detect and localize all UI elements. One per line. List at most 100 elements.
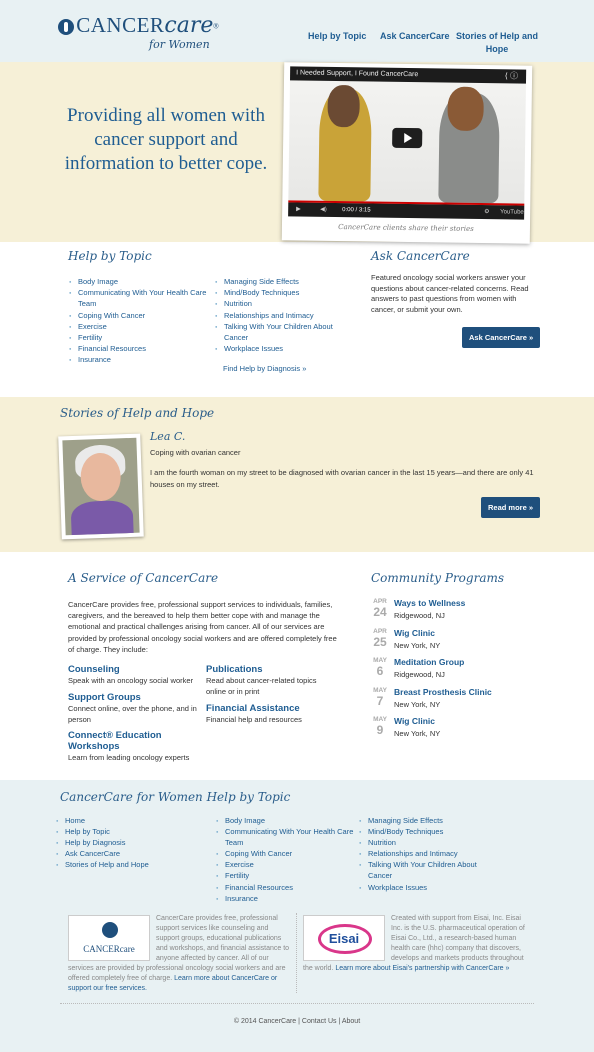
help-topic-link[interactable]: Insurance <box>69 354 209 365</box>
footer-topic-link[interactable]: Fertility <box>216 870 356 881</box>
ask-cancercare-section: Ask CancerCare Featured oncology social … <box>371 249 533 315</box>
event-day: 7 <box>376 694 384 708</box>
find-help-by-diagnosis-link[interactable]: Find Help by Diagnosis » <box>223 364 306 373</box>
service-support-groups-link[interactable]: Support Groups <box>68 692 203 703</box>
service-heading: A Service of CancerCare <box>68 571 219 585</box>
service-text: CancerCare provides free, professional s… <box>68 600 337 654</box>
logo-subtitle: for Women <box>149 38 210 51</box>
video-player[interactable]: I Needed Support, I Found CancerCare ⟨ ⓘ… <box>288 66 527 220</box>
play-icon[interactable]: ▶ <box>296 202 301 216</box>
help-topic-list-2: Managing Side EffectsMind/Body Technique… <box>215 276 340 355</box>
nav-stories[interactable]: Stories of Help and Hope <box>452 30 542 56</box>
event-title-link[interactable]: Ways to Wellness <box>394 598 465 608</box>
footer-topic-link[interactable]: Nutrition <box>359 837 499 848</box>
service-connect-workshops: Connect® Education Workshops Learn from … <box>68 730 203 763</box>
service-connect-link[interactable]: Connect® Education Workshops <box>68 730 203 752</box>
event-day: 9 <box>376 723 384 737</box>
footer-divider-vertical <box>296 913 297 993</box>
service-financial-link[interactable]: Financial Assistance <box>206 703 331 714</box>
footer-eisai-text: Created with support from Eisai, Inc. Ei… <box>303 915 525 972</box>
video-time: 0:00 / 3:15 <box>342 207 371 214</box>
help-topic-link[interactable]: Fertility <box>69 332 209 343</box>
settings-icon[interactable]: ⚙ <box>484 205 490 219</box>
footer-nav-link[interactable]: Help by Diagnosis <box>56 837 206 848</box>
video-menu-icons[interactable]: ⟨ ⓘ <box>505 69 519 83</box>
stories-section: Stories of Help and Hope Lea C. Coping w… <box>0 397 594 552</box>
help-topic-link[interactable]: Financial Resources <box>69 343 209 354</box>
service-publications-link[interactable]: Publications <box>206 664 331 675</box>
event-title-link[interactable]: Wig Clinic <box>394 716 435 726</box>
ask-cancercare-button[interactable]: Ask CancerCare » <box>462 327 541 348</box>
nav-ask-cancercare[interactable]: Ask CancerCare <box>380 30 450 43</box>
video-person-right-head <box>447 86 484 132</box>
story-photo[interactable] <box>58 433 144 540</box>
service-counseling: Counseling Speak with an oncology social… <box>68 664 203 686</box>
story-photo-image <box>62 437 140 536</box>
footer-topic-link[interactable]: Insurance <box>216 893 356 904</box>
event-location: Ridgewood, NJ <box>394 611 445 620</box>
event-date: MAY 7 <box>371 687 389 707</box>
footer-nav-link[interactable]: Home <box>56 815 206 826</box>
footer-nav-list: HomeHelp by TopicHelp by DiagnosisAsk Ca… <box>56 815 206 871</box>
story-subtitle: Coping with ovarian cancer <box>150 448 241 457</box>
help-topic-link[interactable]: Relationships and Intimacy <box>215 310 340 321</box>
footer-topic-link[interactable]: Coping With Cancer <box>216 848 356 859</box>
cancercare-logo[interactable]: CANCERcare® for Women <box>58 13 219 51</box>
footer-topic-link[interactable]: Communicating With Your Health Care Team <box>216 826 356 848</box>
event-date: MAY 9 <box>371 716 389 736</box>
service-counseling-link[interactable]: Counseling <box>68 664 203 675</box>
footer-nav-link[interactable]: Ask CancerCare <box>56 848 206 859</box>
event-title-link[interactable]: Wig Clinic <box>394 628 435 638</box>
service-publications: Publications Read about cancer-related t… <box>206 664 331 697</box>
help-topic-link[interactable]: Communicating With Your Health Care Team <box>69 287 209 309</box>
footer-topic-link[interactable]: Financial Resources <box>216 882 356 893</box>
help-by-topic-heading: Help by Topic <box>68 249 152 263</box>
footer-topic-link[interactable]: Body Image <box>216 815 356 826</box>
read-more-button[interactable]: Read more » <box>481 497 541 518</box>
service-section: A Service of CancerCare CancerCare provi… <box>68 571 343 655</box>
help-topic-link[interactable]: Mind/Body Techniques <box>215 287 340 298</box>
ask-cancercare-text: Featured oncology social workers answer … <box>371 273 529 314</box>
help-topic-link[interactable]: Coping With Cancer <box>69 310 209 321</box>
footer-topic-link[interactable]: Mind/Body Techniques <box>359 826 499 837</box>
footer-topic-link[interactable]: Workplace Issues <box>359 882 499 893</box>
footer-nav-link[interactable]: Stories of Help and Hope <box>56 859 206 870</box>
nav-help-by-topic[interactable]: Help by Topic <box>308 30 366 43</box>
help-topic-link[interactable]: Body Image <box>69 276 209 287</box>
footer-nav-link[interactable]: Help by Topic <box>56 826 206 837</box>
event-date: MAY 6 <box>371 657 389 677</box>
community-heading: Community Programs <box>371 571 505 585</box>
help-topic-link[interactable]: Nutrition <box>215 298 340 309</box>
copyright: © 2014 CancerCare | Contact Us | About <box>233 1018 361 1025</box>
hero-headline: Providing all women with cancer support … <box>64 105 268 174</box>
footer-topic-link[interactable]: Exercise <box>216 859 356 870</box>
video-controls[interactable]: ▶ ◀) 0:00 / 3:15 ⚙ YouTube <box>288 200 525 220</box>
event-location: New York, NY <box>394 641 441 650</box>
event-location: Ridgewood, NJ <box>394 670 445 679</box>
event-title-link[interactable]: Breast Prosthesis Clinic <box>394 687 492 697</box>
learn-more-eisai-link[interactable]: Learn more about Eisai's partnership wit… <box>335 965 509 972</box>
help-topic-link[interactable]: Exercise <box>69 321 209 332</box>
footer-divider <box>60 1003 534 1004</box>
service-financial-assistance: Financial Assistance Financial help and … <box>206 703 331 725</box>
footer-heading: CancerCare for Women Help by Topic <box>60 790 291 804</box>
footer-topic-link[interactable]: Managing Side Effects <box>359 815 499 826</box>
event-day: 6 <box>376 664 384 678</box>
volume-icon[interactable]: ◀) <box>320 203 327 217</box>
site-footer: CancerCare for Women Help by Topic HomeH… <box>0 780 594 1052</box>
event-location: New York, NY <box>394 700 441 709</box>
story-quote: I am the fourth woman on my street to be… <box>150 468 534 489</box>
event-date: APR 25 <box>371 628 389 648</box>
help-topic-list-1: Body ImageCommunicating With Your Health… <box>69 276 209 366</box>
footer-topic-link[interactable]: Talking With Your Children About Cancer <box>359 859 499 881</box>
help-topic-link[interactable]: Talking With Your Children About Cancer <box>215 321 340 343</box>
event-title-link[interactable]: Meditation Group <box>394 657 464 667</box>
play-button-icon[interactable] <box>392 127 423 149</box>
video-title: I Needed Support, I Found CancerCare <box>296 69 419 79</box>
help-topic-link[interactable]: Workplace Issues <box>215 343 340 354</box>
footer-topic-link[interactable]: Relationships and Intimacy <box>359 848 499 859</box>
footer-topic-list-1: Body ImageCommunicating With Your Health… <box>216 815 356 904</box>
youtube-logo[interactable]: YouTube <box>500 205 524 219</box>
event-day: 25 <box>373 635 387 649</box>
help-topic-link[interactable]: Managing Side Effects <box>215 276 340 287</box>
